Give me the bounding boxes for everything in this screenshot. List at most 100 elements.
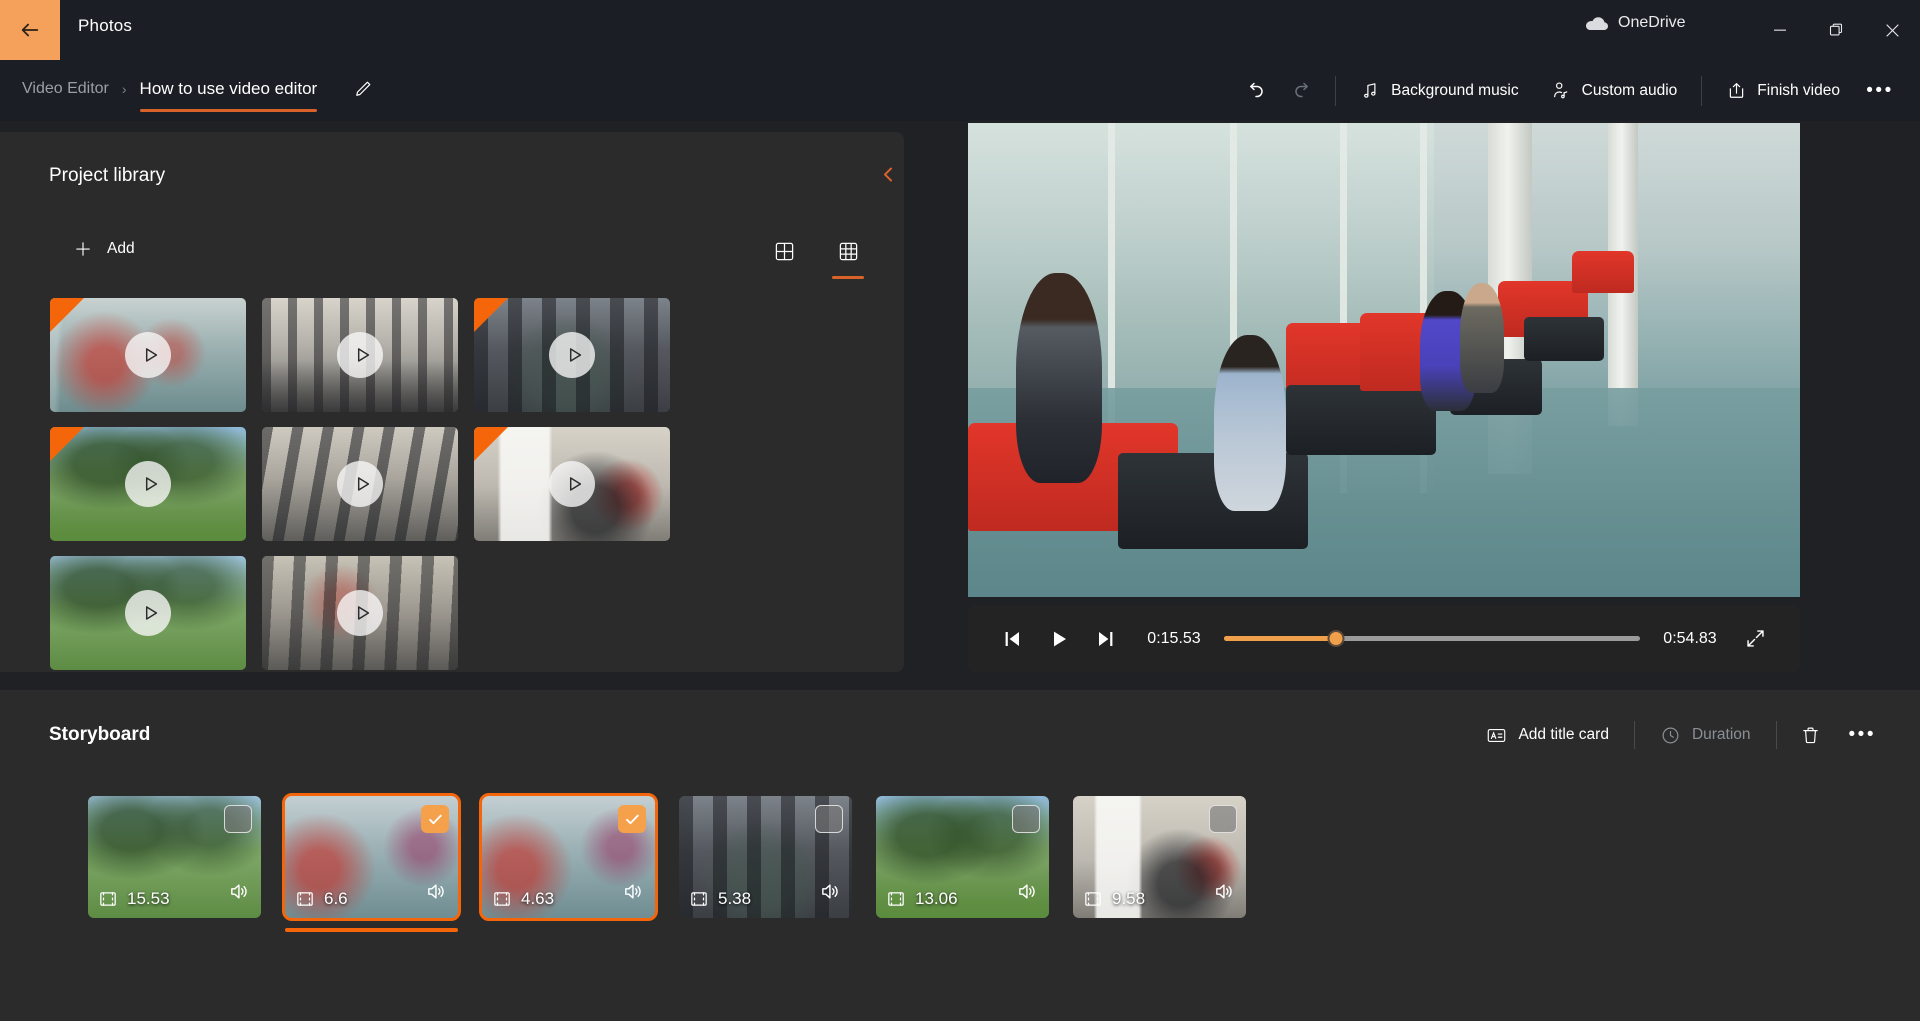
storyboard-clip[interactable]: 4.63 [479,793,658,921]
restore-button[interactable] [1808,0,1864,60]
back-button[interactable] [0,0,60,60]
play-preview-button[interactable] [337,590,383,636]
clip-select-checkbox[interactable] [1209,805,1237,833]
toolbar-divider-2 [1701,75,1703,106]
used-in-project-flag [474,298,508,332]
onedrive-status[interactable]: OneDrive [1583,14,1686,32]
play-button[interactable] [1036,616,1082,662]
film-strip-icon [1085,892,1101,906]
clip-duration-value: 15.53 [127,889,170,908]
play-preview-button[interactable] [337,461,383,507]
add-media-button[interactable]: Add [62,232,146,266]
library-view-toggles [765,232,867,279]
storyboard-more-button[interactable]: ••• [1835,713,1890,757]
minimize-icon [1774,29,1786,31]
storyboard-more-dots-icon: ••• [1848,724,1876,745]
library-thumbnail[interactable] [262,298,458,412]
view-small-grid-button[interactable] [829,232,867,279]
redo-button[interactable] [1279,69,1327,113]
storyboard-clip[interactable]: 15.53 [88,796,261,918]
clip-select-checkbox[interactable] [224,805,252,833]
play-preview-button[interactable] [125,590,171,636]
play-icon [145,606,157,620]
delete-clip-button[interactable] [1786,713,1835,757]
custom-audio-label: Custom audio [1581,81,1678,99]
add-title-card-label: Add title card [1518,726,1609,743]
clip-duration-value: 6.6 [324,889,348,908]
library-thumbnail[interactable] [50,298,246,412]
clip-duration: 9.58 [1083,889,1145,909]
music-note-icon [1364,83,1376,98]
seek-slider[interactable] [1224,627,1640,651]
seek-progress [1224,636,1337,641]
close-button[interactable] [1864,0,1920,60]
library-thumbnail[interactable] [474,427,670,541]
clip-thumbnail[interactable]: 13.06 [876,796,1049,918]
clip-select-checkbox[interactable] [1012,805,1040,833]
minimize-button[interactable] [1752,0,1808,60]
storyboard-actions: Add title card Duration ••• [1470,713,1890,757]
film-strip-icon [888,892,904,906]
clip-thumbnail[interactable]: 5.38 [679,796,852,918]
seek-handle[interactable] [1327,630,1345,647]
library-thumbnail[interactable] [50,427,246,541]
custom-audio-button[interactable]: Custom audio [1535,69,1694,113]
next-frame-button[interactable] [1082,616,1128,662]
duration-button[interactable]: Duration [1644,713,1767,757]
app-name: Photos [78,16,133,35]
add-title-card-button[interactable]: Add title card [1470,713,1624,757]
library-thumbnail[interactable] [262,556,458,670]
play-preview-button[interactable] [549,332,595,378]
window-controls [1752,0,1920,60]
clip-thumbnail[interactable]: 9.58 [1073,796,1246,918]
video-editor-window: Photos OneDrive Video Editor › How to us… [0,0,1920,1021]
library-thumbnail[interactable] [262,427,458,541]
clip-select-checkbox[interactable] [815,805,843,833]
clip-audio-toggle[interactable] [819,880,842,908]
storyboard-clip[interactable]: 5.38 [679,796,852,918]
preview-frame-image [968,123,1800,597]
play-preview-button[interactable] [549,461,595,507]
storyboard-clip[interactable]: 6.6 [282,793,461,932]
clip-audio-toggle[interactable] [1016,880,1039,908]
storyboard-clip[interactable]: 13.06 [876,796,1049,918]
speaker-icon [1019,884,1035,899]
storyboard-title: Storyboard [49,724,151,745]
rename-project-button[interactable] [352,78,374,100]
play-preview-button[interactable] [125,461,171,507]
finish-video-button[interactable]: Finish video [1710,69,1856,113]
command-bar-actions: Background music Custom audio Finish vid… [1231,60,1904,121]
check-icon [428,814,442,824]
previous-frame-button[interactable] [990,616,1036,662]
clip-select-checkbox[interactable] [618,805,646,833]
undo-button[interactable] [1231,69,1279,113]
view-large-grid-button[interactable] [765,232,803,270]
storyboard-clip[interactable]: 9.58 [1073,796,1246,918]
clip-audio-toggle[interactable] [622,880,645,908]
storyboard-divider-2 [1775,721,1777,749]
play-preview-button[interactable] [125,332,171,378]
clip-select-checkbox[interactable] [421,805,449,833]
more-options-button[interactable]: ••• [1856,69,1904,113]
command-bar: Video Editor › How to use video editor B… [0,60,1920,121]
library-thumbnail[interactable] [50,556,246,670]
play-preview-button[interactable] [337,332,383,378]
clip-thumbnail[interactable]: 6.6 [282,793,461,921]
project-title-tab[interactable]: How to use video editor [139,79,318,112]
clip-audio-toggle[interactable] [228,880,251,908]
pencil-icon [356,81,371,96]
clip-thumbnail[interactable]: 15.53 [88,796,261,918]
fullscreen-button[interactable] [1732,616,1778,662]
collapse-library-button[interactable] [880,165,897,184]
clip-duration-value: 4.63 [521,889,555,908]
clip-thumbnail[interactable]: 4.63 [479,793,658,921]
grid-2x2-icon [775,242,793,260]
background-music-button[interactable]: Background music [1344,69,1535,113]
video-preview[interactable] [968,123,1800,597]
restore-icon [1829,23,1843,36]
clip-audio-toggle[interactable] [1213,880,1236,908]
redo-icon [1295,82,1309,97]
clip-audio-toggle[interactable] [425,880,448,908]
library-thumbnail[interactable] [474,298,670,412]
breadcrumb-video-editor[interactable]: Video Editor [22,80,109,98]
